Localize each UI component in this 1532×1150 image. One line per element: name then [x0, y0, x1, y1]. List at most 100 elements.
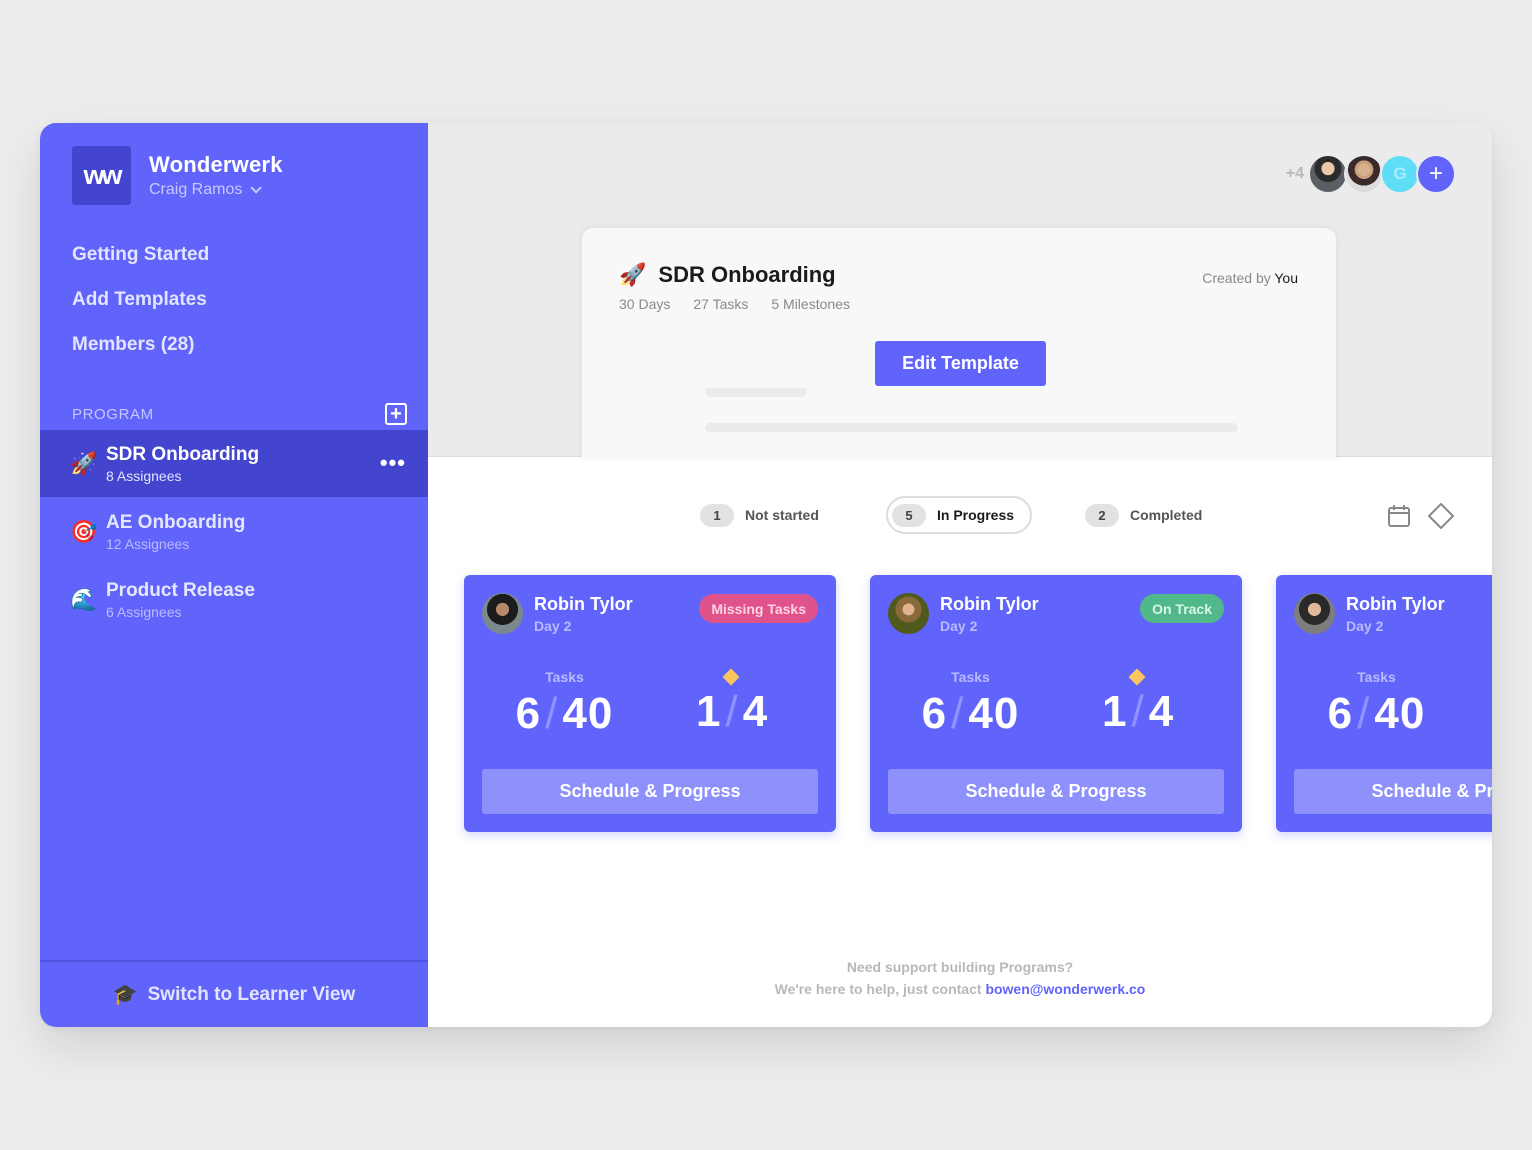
wave-icon: 🌊: [70, 586, 98, 612]
switch-to-learner-view-button[interactable]: 🎓 Switch to Learner View: [40, 960, 428, 1027]
created-by-label: Created by: [1202, 270, 1271, 286]
edit-template-button[interactable]: Edit Template: [875, 341, 1046, 386]
avatar-initial[interactable]: G: [1380, 154, 1420, 194]
milestone-diamond-icon[interactable]: [1428, 503, 1454, 529]
program-assignees: 12 Assignees: [106, 535, 190, 552]
more-options-icon[interactable]: •••: [380, 452, 406, 474]
assignee-day: Day 2: [1346, 618, 1384, 634]
assignee-day: Day 2: [940, 618, 978, 634]
filter-label: Not started: [745, 507, 819, 523]
main-content: +4 G + 🚀 SDR Onboarding 30 Days 27 Tasks…: [428, 123, 1492, 1027]
status-badge: On Track: [1140, 594, 1224, 623]
created-by: Created by You: [1202, 270, 1298, 286]
template-days: 30 Days: [619, 296, 671, 312]
plus-icon: +: [390, 403, 402, 425]
assignee-name: Robin Tylor: [1346, 594, 1445, 614]
milestones-stat: 1/4: [696, 668, 769, 737]
tasks-done: 6: [1327, 689, 1354, 738]
target-icon: 🎯: [70, 518, 98, 544]
milestones-total: 4: [1148, 687, 1175, 736]
program-assignees: 8 Assignees: [106, 467, 182, 484]
avatar: [888, 593, 929, 634]
program-item-product-release[interactable]: 🌊 Product Release 6 Assignees: [40, 566, 428, 633]
extra-members-count[interactable]: +4: [1286, 165, 1304, 183]
chevron-down-icon: [250, 182, 263, 194]
rocket-icon: 🚀: [619, 262, 647, 287]
created-by-value: You: [1274, 270, 1298, 286]
template-milestones: 5 Milestones: [771, 296, 850, 312]
program-item-ae-onboarding[interactable]: 🎯 AE Onboarding 12 Assignees: [40, 498, 428, 565]
status-badge: Missing Tasks: [699, 594, 818, 623]
template-title: SDR Onboarding: [658, 262, 836, 287]
assignee-day: Day 2: [534, 618, 572, 634]
filter-completed[interactable]: 2 Completed: [1085, 496, 1202, 534]
sidebar-item-members[interactable]: Members (28): [72, 331, 209, 376]
schedule-progress-button[interactable]: Schedule & Progress: [482, 769, 818, 814]
schedule-progress-button[interactable]: Schedule & Progress: [888, 769, 1224, 814]
tasks-total: 40: [1374, 689, 1426, 738]
tasks-stat: Tasks 6/40: [918, 669, 1023, 739]
support-message: Need support building Programs? We're he…: [428, 956, 1492, 1000]
schedule-progress-button[interactable]: Schedule & Progress: [1294, 769, 1492, 814]
switch-view-label: Switch to Learner View: [147, 983, 356, 1005]
program-name: Product Release: [106, 579, 255, 601]
program-name: SDR Onboarding: [106, 443, 260, 465]
template-card: 🚀 SDR Onboarding 30 Days 27 Tasks 5 Mile…: [581, 227, 1337, 458]
tasks-done: 6: [515, 689, 542, 738]
user-name: Craig Ramos: [149, 181, 243, 198]
tasks-label: Tasks: [951, 669, 990, 685]
assignee-name: Robin Tylor: [534, 594, 633, 614]
template-header-area: +4 G + 🚀 SDR Onboarding 30 Days 27 Tasks…: [428, 123, 1492, 458]
filter-not-started[interactable]: 1 Not started: [700, 496, 819, 534]
placeholder-line: [705, 423, 1238, 432]
assignee-name: Robin Tylor: [940, 594, 1039, 614]
milestone-diamond-icon: [1128, 668, 1146, 686]
workspace-switcher[interactable]: ww Wonderwerk Craig Ramos: [72, 146, 283, 205]
avatar[interactable]: [1308, 154, 1348, 194]
sidebar: ww Wonderwerk Craig Ramos Getting Starte…: [40, 123, 428, 1027]
program-section-label: PROGRAM: [72, 406, 154, 423]
avatar: [1294, 593, 1335, 634]
program-name: AE Onboarding: [106, 511, 246, 533]
tasks-stat: Tasks 6/40: [512, 669, 617, 739]
filter-count: 2: [1085, 503, 1119, 527]
template-tasks: 27 Tasks: [693, 296, 749, 312]
filter-label: In Progress: [937, 507, 1015, 523]
assignee-card[interactable]: Robin Tylor Day 2 On Track Tasks 6/40 1/…: [870, 575, 1242, 832]
sidebar-nav: Getting Started Add Templates Members (2…: [72, 241, 209, 376]
avatar[interactable]: [1344, 154, 1384, 194]
app-window: ww Wonderwerk Craig Ramos Getting Starte…: [40, 123, 1492, 1027]
filter-label: Completed: [1130, 507, 1203, 523]
milestones-stat: 1/4: [1102, 668, 1175, 737]
graduation-cap-icon: 🎓: [112, 984, 138, 1006]
support-line-1: Need support building Programs?: [846, 959, 1074, 975]
tasks-total: 40: [562, 689, 614, 738]
workspace-logo: ww: [72, 146, 131, 205]
milestones-total: 4: [742, 687, 769, 736]
template-meta: 30 Days 27 Tasks 5 Milestones: [619, 296, 873, 312]
rocket-icon: 🚀: [70, 450, 98, 476]
member-avatars: +4 G +: [1286, 154, 1456, 194]
milestones-done: 1: [1102, 687, 1128, 736]
filter-count: 5: [892, 503, 926, 527]
tasks-label: Tasks: [1357, 669, 1396, 685]
tasks-stat: Tasks 6/40: [1324, 669, 1429, 739]
add-program-button[interactable]: +: [385, 403, 407, 425]
tasks-done: 6: [921, 689, 948, 738]
sidebar-item-getting-started[interactable]: Getting Started: [72, 241, 209, 286]
milestones-done: 1: [696, 687, 722, 736]
status-filters: 1 Not started 5 In Progress 2 Completed: [428, 496, 1492, 534]
assignee-card[interactable]: Robin Tylor Day 2 Missing Tasks Tasks 6/…: [464, 575, 836, 832]
sidebar-item-add-templates[interactable]: Add Templates: [72, 286, 209, 331]
tasks-total: 40: [968, 689, 1020, 738]
placeholder-line: [705, 388, 807, 397]
assignee-card[interactable]: Robin Tylor Day 2 Tasks 6/40 Schedule & …: [1276, 575, 1492, 832]
program-item-sdr-onboarding[interactable]: 🚀 SDR Onboarding 8 Assignees •••: [40, 430, 428, 497]
calendar-icon[interactable]: [1386, 503, 1412, 529]
workspace-name: Wonderwerk: [149, 152, 283, 177]
add-member-button[interactable]: +: [1416, 154, 1456, 194]
user-menu[interactable]: Craig Ramos: [149, 181, 283, 199]
support-line-2: We're here to help, just contact: [774, 981, 982, 997]
support-email-link[interactable]: bowen@wonderwerk.co: [985, 981, 1145, 997]
filter-in-progress[interactable]: 5 In Progress: [886, 496, 1033, 534]
